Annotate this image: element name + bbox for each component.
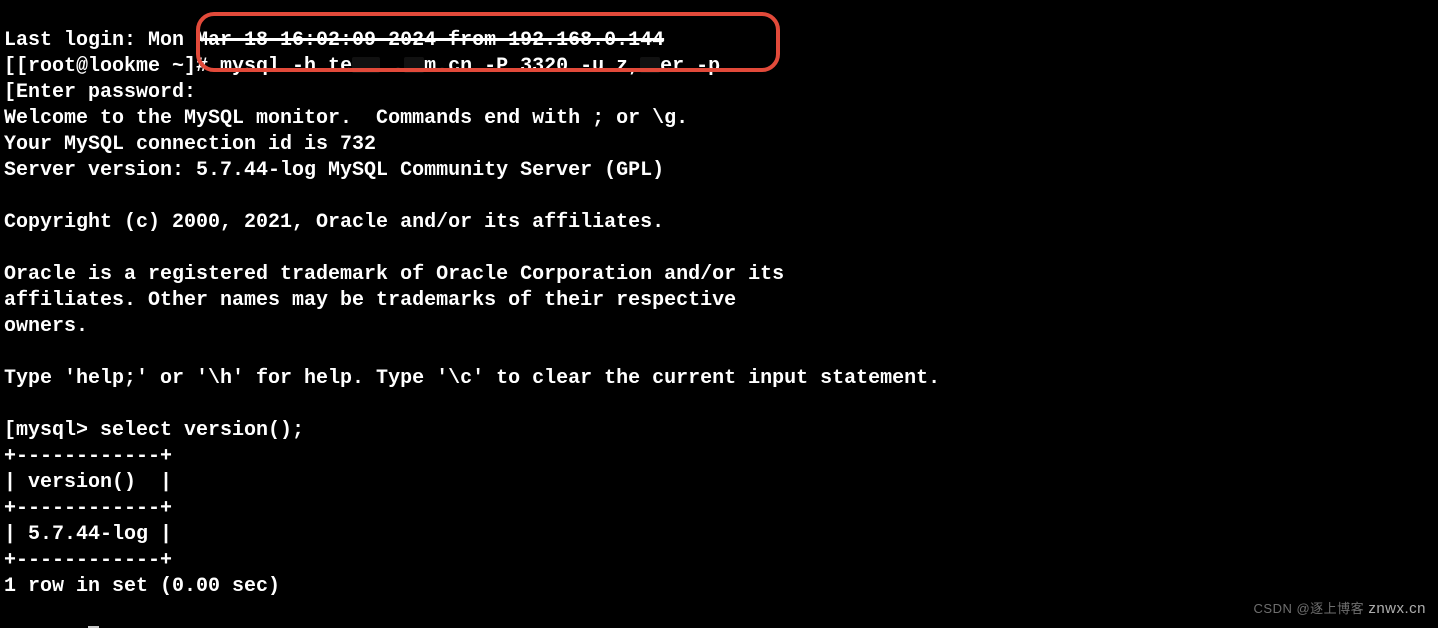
trademark-line2: affiliates. Other names may be trademark… xyxy=(4,289,736,312)
table-header: | version() | xyxy=(4,471,172,494)
redacted-user xyxy=(640,57,660,73)
terminal-output[interactable]: Last login: Mon Mar 18 16:02:09 2024 fro… xyxy=(0,0,1438,628)
connection-id: Your MySQL connection id is 732 xyxy=(4,133,376,156)
watermark: CSDN @逐上博客 znwx.cn xyxy=(1254,596,1426,622)
redact-gap: . xyxy=(380,55,404,78)
trademark-line3: owners. xyxy=(4,315,88,338)
redacted-host xyxy=(352,57,380,73)
mysql-command-part2: m.cn -P 3320 -u z xyxy=(424,55,628,78)
row-count: 1 row in set (0.00 sec) xyxy=(4,575,280,598)
table-border: +------------+ xyxy=(4,497,172,520)
last-login-datetime: Mar 18 16:02:09 2024 from 192.168.0.144 xyxy=(196,29,664,52)
copyright-line: Copyright (c) 2000, 2021, Oracle and/or … xyxy=(4,211,664,234)
help-line: Type 'help;' or '\h' for help. Type '\c'… xyxy=(4,367,940,390)
select-version-query: [mysql> select version(); xyxy=(4,419,304,442)
server-version: Server version: 5.7.44-log MySQL Communi… xyxy=(4,159,664,182)
enter-password: [Enter password: xyxy=(4,81,196,104)
redacted-host2 xyxy=(404,57,424,73)
mysql-command-part3: er -p xyxy=(660,55,720,78)
watermark-csdn: CSDN @逐上博客 xyxy=(1254,601,1365,616)
redact-sep: , xyxy=(628,55,640,78)
watermark-blog: znwx.cn xyxy=(1368,600,1426,617)
last-login-prefix: Last login: Mon xyxy=(4,29,196,52)
table-row: | 5.7.44-log | xyxy=(4,523,172,546)
welcome-line: Welcome to the MySQL monitor. Commands e… xyxy=(4,107,688,130)
mysql-command-part1: mysql -h te xyxy=(220,55,352,78)
table-border: +------------+ xyxy=(4,549,172,572)
shell-prompt: [[root@lookme ~]# xyxy=(4,55,220,78)
table-border: +------------+ xyxy=(4,445,172,468)
trademark-line1: Oracle is a registered trademark of Orac… xyxy=(4,263,784,286)
